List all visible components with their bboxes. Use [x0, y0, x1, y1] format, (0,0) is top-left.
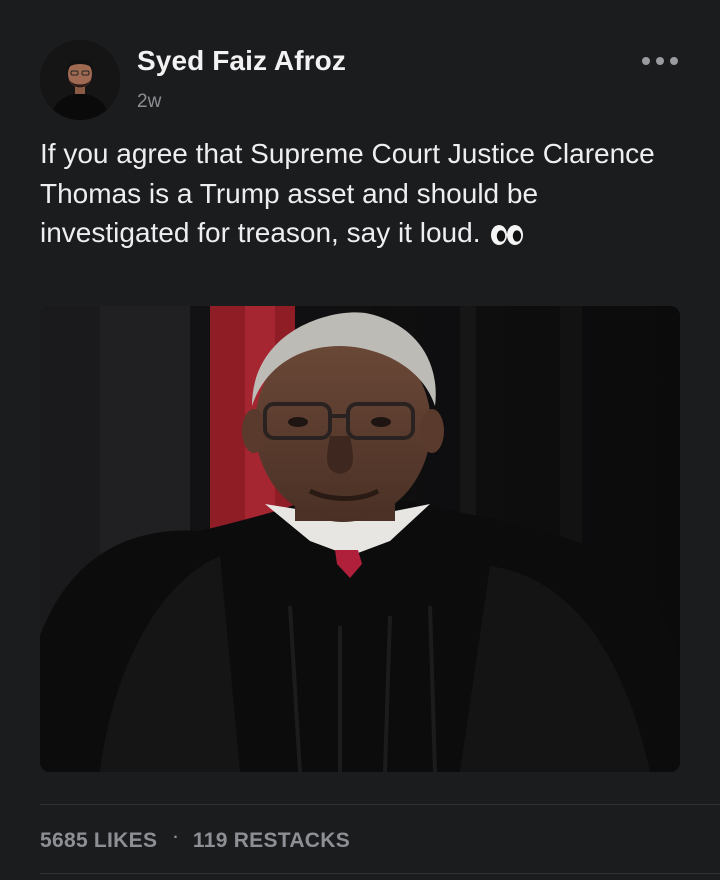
- likes-link[interactable]: 5685 LIKES: [40, 829, 157, 853]
- divider: [40, 804, 720, 805]
- dot: [656, 57, 664, 65]
- restacks-count: 119: [192, 829, 228, 852]
- author-name[interactable]: Syed Faiz Afroz: [137, 45, 346, 77]
- post-body: If you agree that Supreme Court Justice …: [40, 134, 680, 257]
- divider: [40, 873, 720, 874]
- post-text: If you agree that Supreme Court Justice …: [40, 138, 655, 248]
- more-options-icon[interactable]: [638, 48, 682, 74]
- post-stats: 5685 LIKES · 119 RESTACKS: [40, 826, 350, 856]
- eyes-emoji-icon: [490, 217, 524, 257]
- likes-count: 5685: [40, 829, 88, 852]
- likes-label: LIKES: [93, 829, 158, 852]
- post-card: Syed Faiz Afroz 2w If you agree that Sup…: [0, 0, 720, 880]
- author-avatar[interactable]: [40, 40, 120, 120]
- stats-separator: ·: [173, 829, 179, 846]
- post-timestamp[interactable]: 2w: [137, 91, 161, 113]
- dot: [642, 57, 650, 65]
- restacks-label: RESTACKS: [233, 829, 351, 852]
- post-image[interactable]: [40, 306, 680, 772]
- dot: [670, 57, 678, 65]
- restacks-link[interactable]: 119 RESTACKS: [193, 829, 350, 853]
